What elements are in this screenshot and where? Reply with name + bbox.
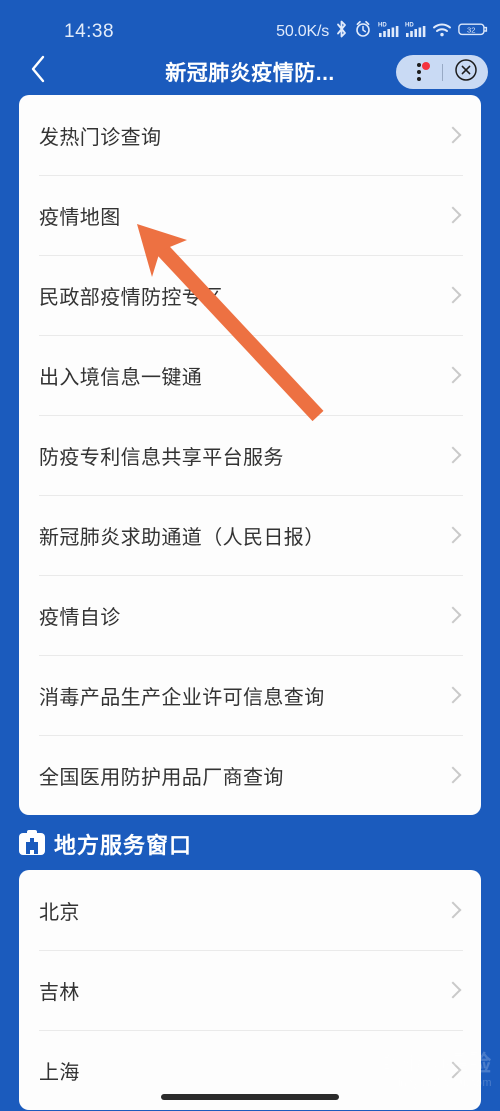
more-menu-button[interactable] bbox=[396, 55, 442, 89]
list-item-label: 疫情地图 bbox=[39, 206, 121, 229]
list-item[interactable]: 出入境信息一键通 bbox=[19, 335, 481, 415]
national-services-card: 发热门诊查询 疫情地图 民政部疫情防控专区 出入境信息一键通 防疫专利信息共享平… bbox=[19, 95, 481, 815]
phone-screen: 14:38 50.0K/s HD HD 32 新冠肺炎疫情防... 发热门诊查询… bbox=[0, 0, 500, 1111]
chevron-right-icon bbox=[444, 901, 462, 919]
medical-kit-icon bbox=[19, 829, 45, 855]
chevron-right-icon bbox=[444, 446, 462, 464]
list-item[interactable]: 防疫专利信息共享平台服务 bbox=[19, 415, 481, 495]
list-item-label: 防疫专利信息共享平台服务 bbox=[39, 446, 284, 469]
list-item-label: 消毒产品生产企业许可信息查询 bbox=[39, 686, 325, 709]
mini-program-capsule bbox=[396, 55, 488, 89]
list-item[interactable]: 疫情地图 bbox=[19, 175, 481, 255]
status-time: 14:38 bbox=[64, 21, 115, 42]
close-button[interactable] bbox=[443, 55, 488, 89]
list-item[interactable]: 全国医用防护用品厂商查询 bbox=[19, 735, 481, 815]
chevron-right-icon bbox=[444, 366, 462, 384]
chevron-right-icon bbox=[444, 206, 462, 224]
chevron-right-icon bbox=[444, 686, 462, 704]
three-dots-icon bbox=[417, 61, 421, 83]
svg-text:HD: HD bbox=[405, 23, 414, 29]
chevron-right-icon bbox=[444, 606, 462, 624]
status-icons-group: 50.0K/s HD HD 32 bbox=[276, 20, 488, 43]
chevron-right-icon bbox=[444, 126, 462, 144]
list-item-label: 发热门诊查询 bbox=[39, 126, 162, 149]
chevron-right-icon bbox=[444, 286, 462, 304]
list-item[interactable]: 疫情自诊 bbox=[19, 575, 481, 655]
list-item[interactable]: 北京 bbox=[19, 870, 481, 950]
battery-icon: 32 bbox=[458, 20, 488, 43]
list-item-label: 民政部疫情防控专区 bbox=[39, 286, 223, 309]
list-item[interactable]: 民政部疫情防控专区 bbox=[19, 255, 481, 335]
list-item-label: 北京 bbox=[39, 901, 80, 924]
nav-bar: 新冠肺炎疫情防... bbox=[0, 48, 500, 95]
list-item-label: 吉林 bbox=[39, 981, 80, 1004]
close-circle-icon bbox=[454, 58, 478, 87]
hd-signal-icon: HD bbox=[378, 20, 399, 43]
list-item-label: 上海 bbox=[39, 1061, 80, 1084]
section-title: 地方服务窗口 bbox=[54, 833, 193, 858]
battery-level-text: 32 bbox=[467, 25, 475, 34]
alarm-clock-icon bbox=[354, 20, 372, 43]
chevron-right-icon bbox=[444, 1061, 462, 1079]
list-item[interactable]: 吉林 bbox=[19, 950, 481, 1030]
chevron-right-icon bbox=[444, 766, 462, 784]
chevron-left-icon bbox=[29, 54, 48, 89]
back-button[interactable] bbox=[20, 53, 56, 89]
home-indicator[interactable] bbox=[161, 1094, 339, 1100]
network-speed-label: 50.0K/s bbox=[276, 22, 329, 40]
status-bar: 14:38 50.0K/s HD HD 32 bbox=[0, 0, 500, 48]
chevron-right-icon bbox=[444, 526, 462, 544]
wifi-icon bbox=[432, 20, 452, 43]
hd-signal-icon: HD bbox=[405, 20, 426, 43]
list-item-label: 新冠肺炎求助通道（人民日报） bbox=[39, 526, 325, 549]
list-item-label: 全国医用防护用品厂商查询 bbox=[39, 766, 284, 789]
list-item[interactable]: 发热门诊查询 bbox=[19, 95, 481, 175]
notification-dot bbox=[422, 62, 430, 70]
bluetooth-icon bbox=[335, 20, 348, 43]
list-item-label: 出入境信息一键通 bbox=[39, 366, 203, 389]
local-services-card: 北京 吉林 上海 bbox=[19, 870, 481, 1110]
list-item-label: 疫情自诊 bbox=[39, 606, 121, 629]
chevron-right-icon bbox=[444, 981, 462, 999]
svg-text:HD: HD bbox=[378, 23, 387, 29]
list-item[interactable]: 消毒产品生产企业许可信息查询 bbox=[19, 655, 481, 735]
local-services-section-header: 地方服务窗口 bbox=[19, 826, 192, 862]
list-item[interactable]: 新冠肺炎求助通道（人民日报） bbox=[19, 495, 481, 575]
